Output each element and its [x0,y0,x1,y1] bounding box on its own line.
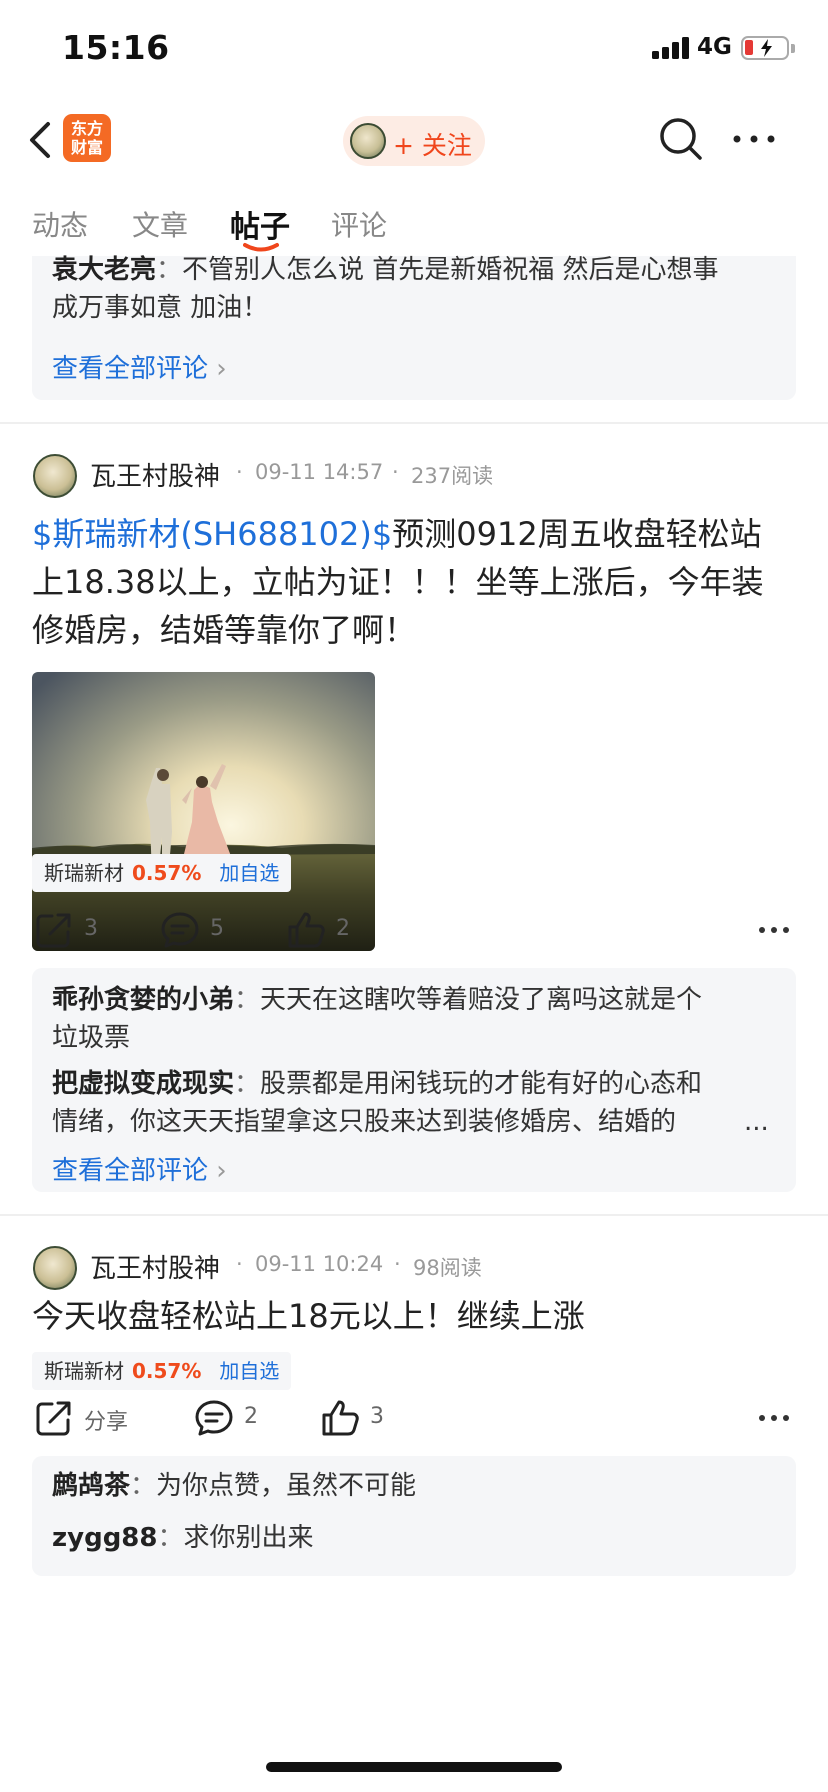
comment-preview: 袁大老亮：不管别人怎么说 首先是新婚祝福 然后是心想事 成万事如意 加油！ 查看… [32,255,796,400]
app-logo: 东方财富 [63,114,111,162]
comment-item-continued: 成万事如意 加油！ [52,288,776,328]
thumbs-up-icon [288,912,325,948]
view-all-comments-link[interactable]: 查看全部评论 › [52,348,227,385]
comment-count: 5 [210,916,224,941]
chevron-right-icon: › [216,1156,227,1186]
post-time: 09-11 10:24 [255,1252,384,1276]
ellipsis: ... [744,1107,769,1137]
divider [0,1214,828,1216]
post-body[interactable]: 今天收盘轻松站上18元以上！继续上涨 [32,1292,802,1340]
share-count: 3 [84,916,98,941]
chevron-right-icon: › [216,354,227,384]
stock-name: 斯瑞新材 [44,861,124,885]
comment-text: 天天在这瞎吹等着赔没了离吗这就是个 [260,985,703,1015]
follow-label: + 关注 [393,131,472,160]
comment-item[interactable]: zygg88：求你别出来 [52,1518,776,1558]
like-button[interactable]: 3 [320,1398,400,1438]
more-icon[interactable] [758,926,790,934]
comment-user[interactable]: 乖孙贪婪的小弟 [52,985,234,1015]
share-label: 分享 [84,1410,129,1435]
share-button[interactable]: 3 [34,910,114,950]
author-avatar[interactable] [33,1246,77,1290]
post-author[interactable]: 瓦王村股神 [90,456,220,493]
comment-button[interactable]: 2 [194,1398,274,1438]
app-logo-text: 东方财富 [70,119,103,157]
post-time: 09-11 14:57 [255,460,384,484]
comment-button[interactable]: 5 [160,910,240,950]
like-count: 3 [370,1404,384,1429]
comment-user[interactable]: zygg88 [52,1523,158,1553]
post-reads: 237阅读 [411,464,494,488]
comment-preview: 乖孙贪婪的小弟：天天在这瞎吹等着赔没了离吗这就是个 垃圾票 把虚拟变成现实：股票… [32,968,796,1192]
status-time: 15:16 [62,28,170,67]
tab-articles[interactable]: 文章 [132,204,188,244]
stock-tag[interactable]: 斯瑞新材 0.57% 加自选 [32,854,292,892]
comment-icon [161,912,199,948]
share-icon [36,1401,71,1436]
comment-count: 2 [244,1404,258,1429]
post-actions: 分享 2 3 [0,1392,828,1442]
stock-link[interactable]: $斯瑞新材(SH688102)$ [32,515,392,553]
comment-text: 为你点赞，虽然不可能 [156,1471,417,1501]
stock-tag[interactable]: 斯瑞新材 0.57% 加自选 [32,1352,292,1390]
avatar [350,123,386,159]
divider [0,422,828,424]
comment-text: 成万事如意 加油！ [52,293,269,323]
share-button[interactable]: 分享 [34,1398,144,1438]
more-icon[interactable] [732,134,776,144]
post-body[interactable]: $斯瑞新材(SH688102)$预测0912周五收盘轻松站 上18.38以上，立… [32,510,802,654]
stock-change: 0.57% [132,861,202,885]
status-bar: 15:16 4G [0,0,828,96]
comment-item[interactable]: 袁大老亮：不管别人怎么说 首先是新婚祝福 然后是心想事 [52,250,776,290]
thumbs-up-icon [322,1400,359,1436]
home-indicator[interactable] [266,1762,562,1772]
post-reads: 98阅读 [413,1256,482,1280]
signal-icon [652,37,690,59]
stock-change: 0.57% [132,1359,202,1383]
search-icon[interactable] [658,116,704,162]
follow-button[interactable]: + 关注 [343,116,485,166]
post-actions: 3 5 2 [0,904,828,954]
nav-bar: 东方财富 + 关注 [0,96,828,184]
back-icon[interactable] [26,120,56,160]
meta-dot: · [236,460,243,484]
comment-user[interactable]: 袁大老亮 [52,255,156,285]
comment-text: 不管别人怎么说 首先是新婚祝福 然后是心想事 [182,255,719,285]
stock-name: 斯瑞新材 [44,1359,124,1383]
more-icon[interactable] [758,1414,790,1422]
comment-text: 垃圾票 [52,1023,131,1053]
post-author[interactable]: 瓦王村股神 [90,1248,220,1285]
tab-comments[interactable]: 评论 [331,204,387,244]
tab-posts[interactable]: 帖子 [230,202,290,246]
tab-dynamic[interactable]: 动态 [32,204,88,244]
comment-user[interactable]: 鹧鸪茶 [52,1471,130,1501]
share-icon [36,913,71,948]
add-to-watchlist-button[interactable]: 加自选 [219,1359,279,1383]
like-count: 2 [336,916,350,941]
meta-dot: · [394,1252,401,1276]
comment-icon [195,1400,233,1436]
comment-text: 情绪，你这天天指望拿这只股来达到装修婚房、结婚的 [52,1107,677,1137]
add-to-watchlist-button[interactable]: 加自选 [219,861,279,885]
author-avatar[interactable] [33,454,77,498]
meta-dot: · [392,460,399,484]
like-button[interactable]: 2 [286,910,366,950]
comment-item[interactable]: 乖孙贪婪的小弟：天天在这瞎吹等着赔没了离吗这就是个 [52,980,776,1020]
network-type: 4G [697,34,732,60]
comment-item[interactable]: 鹧鸪茶：为你点赞，虽然不可能 [52,1466,776,1506]
view-all-comments-link[interactable]: 查看全部评论 › [52,1150,227,1187]
battery-icon [741,36,795,60]
comment-item[interactable]: 把虚拟变成现实：股票都是用闲钱玩的才能有好的心态和 [52,1064,776,1104]
comment-text: 股票都是用闲钱玩的才能有好的心态和 [260,1069,703,1099]
meta-dot: · [236,1252,243,1276]
comment-user[interactable]: 把虚拟变成现实 [52,1069,234,1099]
comment-text: 求你别出来 [183,1523,314,1553]
comment-preview: 鹧鸪茶：为你点赞，虽然不可能 zygg88：求你别出来 [32,1456,796,1576]
tab-bar: 动态 文章 帖子 评论 [0,190,828,256]
